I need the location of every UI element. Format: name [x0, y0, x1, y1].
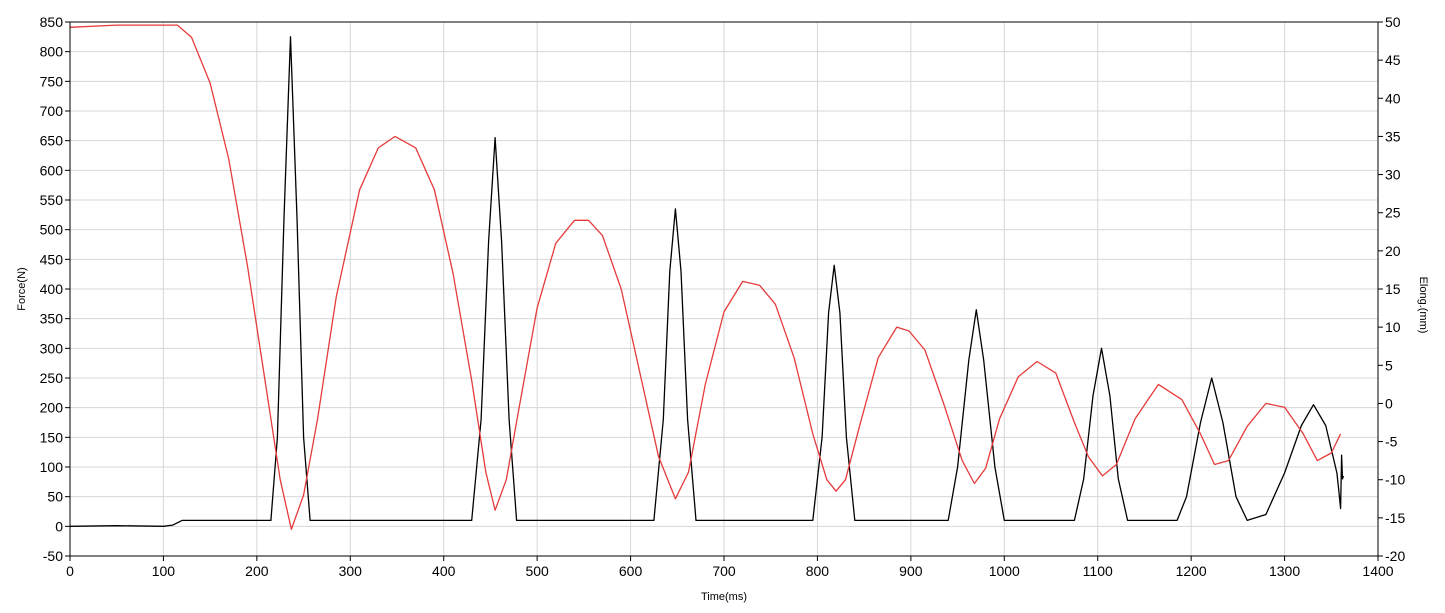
y2-tick-label: 40	[1385, 90, 1401, 106]
y-tick-label: 200	[40, 400, 64, 416]
y-tick-label: 500	[40, 222, 64, 238]
y-tick-label: 300	[40, 340, 64, 356]
x-tick-label: 1000	[989, 563, 1020, 579]
x-tick-label: 1400	[1362, 563, 1393, 579]
x-tick-label: 300	[339, 563, 363, 579]
y-tick-label: 250	[40, 370, 64, 386]
chart-svg: 0 100 200 300 400 500 600 700 800 900 1000 1100 1200…	[16, 14, 1429, 603]
y-tick-label: 700	[40, 103, 64, 119]
y-tick-label: 50	[47, 489, 63, 505]
x-tick-label: 700	[712, 563, 736, 579]
y2-tick-label: -15	[1385, 510, 1405, 526]
x-axis-title: Time(ms)	[701, 591, 747, 603]
y-tick-label: 400	[40, 281, 64, 297]
y2-tick-label: 25	[1385, 205, 1401, 221]
y2-tick-label: -5	[1385, 434, 1398, 450]
x-tick-label: 200	[245, 563, 269, 579]
y-tick-label: -50	[43, 548, 63, 564]
x-tick-label: 0	[66, 563, 74, 579]
y2-tick-label: 45	[1385, 52, 1401, 68]
x-tick-label: 500	[525, 563, 549, 579]
y-tick-label: 750	[40, 73, 64, 89]
y-axis-title: Force(N)	[16, 267, 28, 310]
y2-tick-label: 35	[1385, 128, 1401, 144]
x-tick-label: 1100	[1083, 563, 1113, 579]
y2-tick-label: 50	[1385, 14, 1401, 30]
x-tick-label: 100	[152, 563, 176, 579]
x-tick-label: 1300	[1269, 563, 1300, 579]
y2-tick-label: 15	[1385, 281, 1401, 297]
y-tick-label: 350	[40, 311, 64, 327]
y2-tick-label: -10	[1385, 472, 1405, 488]
x-tick-label: 1200	[1176, 563, 1207, 579]
y-tick-label: 550	[40, 192, 64, 208]
x-tick-label: 400	[432, 563, 456, 579]
x-tick-label: 900	[899, 563, 923, 579]
x-tick-label: 800	[806, 563, 830, 579]
chart: 0 100 200 300 400 500 600 700 800 900 1000 1100 1200…	[0, 0, 1445, 608]
y-tick-label: 850	[40, 14, 64, 30]
y-tick-label: 650	[40, 133, 64, 149]
y2-tick-label: 30	[1385, 167, 1401, 183]
y-tick-label: 150	[40, 429, 64, 445]
y2-axis-title: Elong.(mm)	[1417, 277, 1429, 334]
y-tick-label: 800	[40, 44, 64, 60]
y-tick-label: 600	[40, 162, 64, 178]
y2-tick-label: 0	[1385, 395, 1393, 411]
y2-tick-label: 5	[1385, 357, 1393, 373]
y-tick-label: 450	[40, 251, 64, 267]
y-tick-label: 100	[40, 459, 64, 475]
y2-tick-label: -20	[1385, 548, 1405, 564]
x-tick-label: 600	[619, 563, 643, 579]
y-tick-label: 0	[55, 518, 63, 534]
y2-tick-label: 20	[1385, 243, 1401, 259]
y2-tick-label: 10	[1385, 319, 1401, 335]
